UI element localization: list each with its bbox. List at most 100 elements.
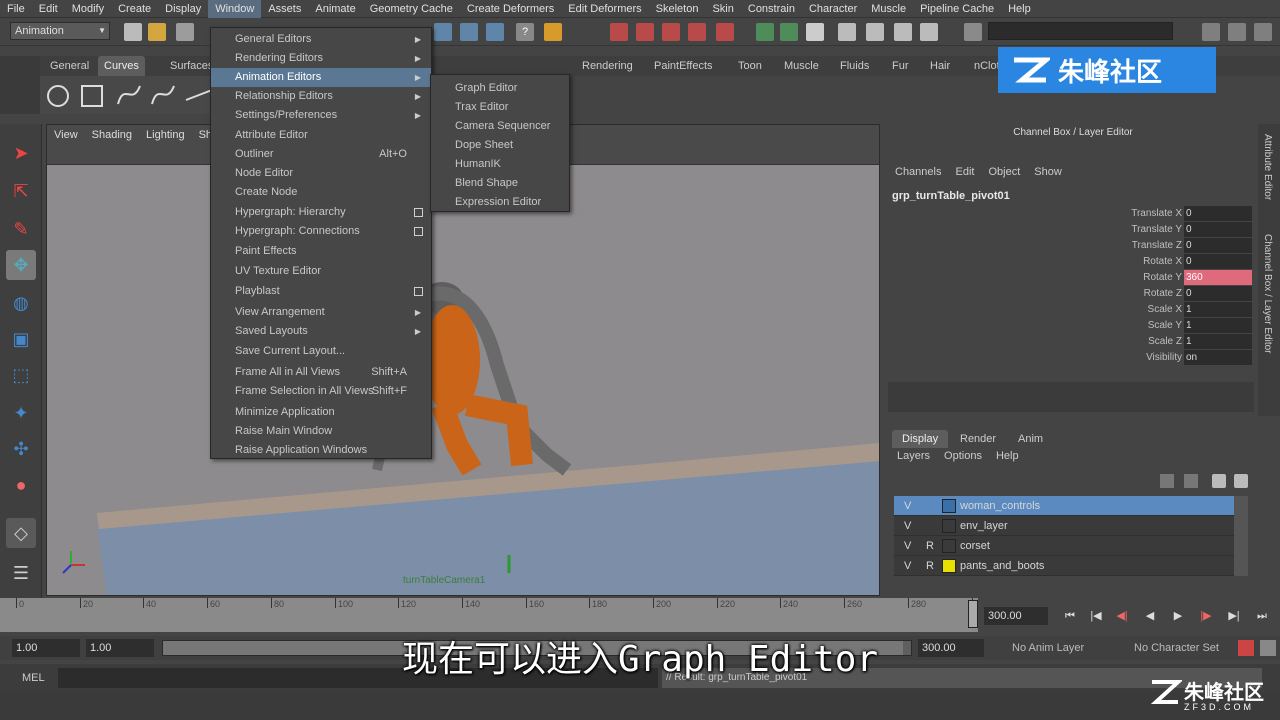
window-menu-item-settings-preferences[interactable]: Settings/Preferences ▶ xyxy=(211,106,431,125)
attr-value-rotate-x[interactable]: 0 xyxy=(1184,254,1252,269)
window-menu-item-uv-texture-editor[interactable]: UV Texture Editor xyxy=(211,262,431,281)
layer-move-up-icon[interactable] xyxy=(1212,474,1226,488)
go-to-start-icon[interactable]: ⏮ xyxy=(1060,608,1080,624)
menu-file[interactable]: File xyxy=(0,0,32,18)
attr-value-translate-x[interactable]: 0 xyxy=(1184,206,1252,221)
paint-select-tool-icon[interactable]: ✎ xyxy=(6,214,36,244)
menu-constrain[interactable]: Constrain xyxy=(741,0,802,18)
command-language-label[interactable]: MEL xyxy=(22,672,45,684)
menu-window[interactable]: Window xyxy=(208,0,262,18)
move-tool-icon[interactable]: ✥ xyxy=(6,250,36,280)
window-menu-item-hypergraph-hierarchy[interactable]: Hypergraph: Hierarchy xyxy=(211,203,431,222)
render-view-icon[interactable] xyxy=(838,23,856,41)
preferences-icon[interactable] xyxy=(1260,640,1276,656)
menu-create[interactable]: Create xyxy=(111,0,158,18)
lock-icon[interactable] xyxy=(544,23,562,41)
layer-color-swatch[interactable] xyxy=(942,539,956,553)
window-menu-item-playblast[interactable]: Playblast xyxy=(211,282,431,301)
current-time-marker[interactable] xyxy=(968,600,978,628)
viewport-menu-shading[interactable]: Shading xyxy=(85,129,139,141)
hypershade-icon[interactable] xyxy=(688,23,706,41)
menu-edit-deformers[interactable]: Edit Deformers xyxy=(561,0,648,18)
window-menu-item-paint-effects[interactable]: Paint Effects xyxy=(211,242,431,261)
outliner-layout-icon[interactable]: ☰ xyxy=(6,558,36,588)
submenu-item-dope-sheet[interactable]: Dope Sheet xyxy=(431,136,569,155)
layer-color-swatch[interactable] xyxy=(942,559,956,573)
attribute-editor-tab[interactable]: Attribute Editor xyxy=(1262,134,1273,200)
menu-character[interactable]: Character xyxy=(802,0,864,18)
layer-menu-help[interactable]: Help xyxy=(989,450,1026,468)
menu-set-dropdown[interactable]: Animation ▼ xyxy=(10,22,110,40)
menu-pipeline-cache[interactable]: Pipeline Cache xyxy=(913,0,1001,18)
channel-box-toggle-icon[interactable] xyxy=(1254,23,1272,41)
construction-history-icon[interactable] xyxy=(806,23,824,41)
menu-help[interactable]: Help xyxy=(1001,0,1038,18)
tool-settings-toggle-icon[interactable] xyxy=(1228,23,1246,41)
menu-modify[interactable]: Modify xyxy=(65,0,111,18)
scale-tool-icon[interactable]: ▣ xyxy=(6,324,36,354)
attr-value-scale-z[interactable]: 1 xyxy=(1184,334,1252,349)
snap-grid-icon[interactable] xyxy=(434,23,452,41)
layer-tab-display[interactable]: Display xyxy=(892,430,949,448)
shelf-tab-general[interactable]: General xyxy=(44,56,95,76)
submenu-item-trax-editor[interactable]: Trax Editor xyxy=(431,98,569,117)
layer-move-down-icon[interactable] xyxy=(1234,474,1248,488)
option-box-icon[interactable] xyxy=(414,287,423,296)
render-settings-icon[interactable] xyxy=(662,23,680,41)
ipr-icon[interactable] xyxy=(894,23,912,41)
viewport-menu-lighting[interactable]: Lighting xyxy=(139,129,192,141)
layer-list-scrollbar[interactable] xyxy=(1234,496,1248,576)
menu-skeleton[interactable]: Skeleton xyxy=(649,0,706,18)
layer-visibility-toggle[interactable]: V xyxy=(904,516,911,536)
lasso-tool-icon[interactable]: ⇱ xyxy=(6,176,36,206)
open-scene-icon[interactable] xyxy=(148,23,166,41)
window-menu-item-outliner[interactable]: Outliner Alt+O xyxy=(211,145,431,164)
render-globals-icon[interactable] xyxy=(920,23,938,41)
layer-row[interactable]: V Rpants_and_boots xyxy=(894,556,1234,576)
layer-visibility-toggle[interactable]: V xyxy=(904,496,911,516)
single-view-icon[interactable]: ✦ xyxy=(6,398,36,428)
menu-create-deformers[interactable]: Create Deformers xyxy=(460,0,561,18)
window-menu-item-create-node[interactable]: Create Node xyxy=(211,183,431,202)
new-layer-icon[interactable] xyxy=(1160,474,1174,488)
attr-value-translate-y[interactable]: 0 xyxy=(1184,222,1252,237)
menu-assets[interactable]: Assets xyxy=(261,0,308,18)
shelf-tab-fur[interactable]: Fur xyxy=(886,56,915,76)
attr-value-rotate-z[interactable]: 0 xyxy=(1184,286,1252,301)
shelf-tab-hair[interactable]: Hair xyxy=(924,56,956,76)
help-icon[interactable]: ? xyxy=(516,23,534,41)
step-back-frame-icon[interactable]: ◀| xyxy=(1112,608,1132,624)
attr-value-visibility[interactable]: on xyxy=(1184,350,1252,365)
menu-animate[interactable]: Animate xyxy=(308,0,362,18)
manipulator-tool-icon[interactable]: ⬚ xyxy=(6,360,36,390)
layer-reference-toggle[interactable]: R xyxy=(926,556,934,576)
channel-box-tab[interactable]: Channel Box / Layer Editor xyxy=(1262,234,1273,354)
shelf-tab-rendering[interactable]: Rendering xyxy=(576,56,639,76)
submenu-item-expression-editor[interactable]: Expression Editor xyxy=(431,193,569,212)
search-input[interactable] xyxy=(988,22,1173,40)
step-back-key-icon[interactable]: |◀ xyxy=(1086,608,1106,624)
channel-box-menu-show[interactable]: Show xyxy=(1027,166,1069,182)
save-scene-icon[interactable] xyxy=(176,23,194,41)
auto-key-icon[interactable] xyxy=(1238,640,1254,656)
layer-visibility-toggle[interactable]: V xyxy=(904,556,911,576)
layer-row[interactable]: Vwoman_controls xyxy=(894,496,1234,516)
menu-geometry-cache[interactable]: Geometry Cache xyxy=(363,0,460,18)
render-frame-icon[interactable] xyxy=(866,23,884,41)
current-frame-field[interactable]: 300.00 xyxy=(984,607,1048,625)
menu-skin[interactable]: Skin xyxy=(705,0,740,18)
menu-edit[interactable]: Edit xyxy=(32,0,65,18)
character-set-dropdown[interactable]: No Character Set xyxy=(1134,642,1219,654)
window-menu-item-frame-selection-in-all-views[interactable]: Frame Selection in All Views Shift+F xyxy=(211,382,431,401)
attribute-editor-toggle-icon[interactable] xyxy=(1202,23,1220,41)
submenu-item-camera-sequencer[interactable]: Camera Sequencer xyxy=(431,117,569,136)
ipr-render-icon[interactable] xyxy=(636,23,654,41)
layer-color-swatch[interactable] xyxy=(942,499,956,513)
play-backwards-icon[interactable]: ◀ xyxy=(1140,608,1160,624)
start-time-field[interactable]: 1.00 xyxy=(12,639,80,657)
option-box-icon[interactable] xyxy=(414,227,423,236)
attr-value-translate-z[interactable]: 0 xyxy=(1184,238,1252,253)
playback-start-field[interactable]: 1.00 xyxy=(86,639,154,657)
new-layer-selected-icon[interactable] xyxy=(1184,474,1198,488)
layer-visibility-toggle[interactable]: V xyxy=(904,536,911,556)
